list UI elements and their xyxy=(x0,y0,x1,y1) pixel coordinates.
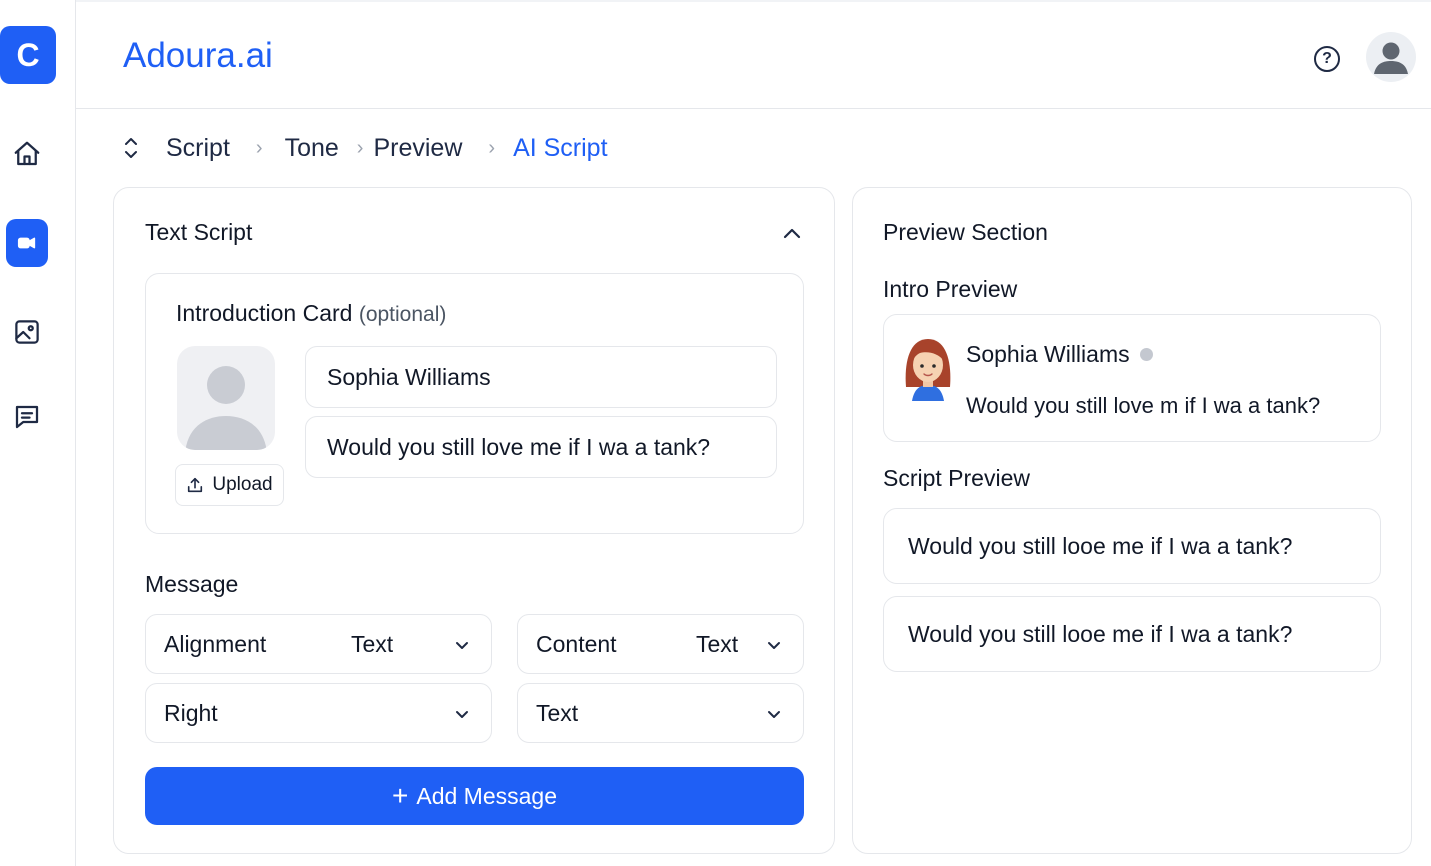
content-label: Content xyxy=(536,631,617,657)
expand-collapse-icon[interactable] xyxy=(120,133,142,163)
intro-preview-name: Sophia Williams xyxy=(966,341,1153,368)
breadcrumb-script[interactable]: Script xyxy=(166,134,230,163)
alignment-type-value: Text xyxy=(351,631,394,657)
chevron-down-icon xyxy=(768,642,780,649)
chat-icon xyxy=(15,405,39,429)
sidebar-item-chat[interactable] xyxy=(6,393,48,441)
user-avatar-icon[interactable] xyxy=(1366,32,1416,82)
chevron-down-icon xyxy=(768,711,780,718)
introduction-card-title: Introduction Card (optional) xyxy=(176,300,446,327)
upload-label: Upload xyxy=(212,474,273,495)
upload-icon xyxy=(188,477,203,493)
message-label: Message xyxy=(145,571,239,597)
home-icon xyxy=(14,141,40,166)
optional-label: (optional) xyxy=(358,303,447,326)
introduction-card: Introduction Card (optional) Upload Soph… xyxy=(145,273,804,534)
content-value-select[interactable]: Text xyxy=(517,683,804,743)
alignment-label: Alignment xyxy=(164,631,267,657)
sidebar-item-image[interactable] xyxy=(6,308,48,356)
breadcrumb-tone[interactable]: Tone xyxy=(285,134,339,163)
introduction-card-label: Introduction Card xyxy=(176,300,353,326)
breadcrumb: Script › Tone › Preview › AI Script xyxy=(120,130,608,166)
chevron-right-icon: › xyxy=(488,136,496,159)
help-circle-icon[interactable]: ? xyxy=(1314,46,1340,72)
preview-panel: Preview Section Intro Preview Sophia Wil… xyxy=(852,187,1412,854)
alignment-value: Right xyxy=(164,700,218,726)
plus-icon: + xyxy=(392,780,409,811)
image-icon xyxy=(15,320,39,344)
video-icon xyxy=(17,237,36,249)
script-preview-title: Script Preview xyxy=(883,465,1030,491)
chevron-down-icon xyxy=(456,711,468,718)
sidebar-item-video[interactable] xyxy=(6,219,48,267)
breadcrumb-ai-script[interactable]: AI Script xyxy=(513,134,607,163)
chevron-up-icon[interactable] xyxy=(780,222,804,246)
status-dot-icon xyxy=(1139,348,1153,361)
sidebar-item-home[interactable] xyxy=(6,130,48,178)
intro-preview-message: Would you still love m if I wa a tank? xyxy=(966,393,1321,418)
character-avatar xyxy=(905,339,951,401)
intro-preview-name-text: Sophia Williams xyxy=(966,341,1130,367)
chevron-down-icon xyxy=(456,642,468,649)
text-script-panel: Text Script Introduction Card (optional)… xyxy=(113,187,835,854)
content-value: Text xyxy=(536,700,579,726)
sidebar: C xyxy=(0,0,76,866)
chevron-right-icon: › xyxy=(356,136,364,159)
alignment-select[interactable]: Alignment Text xyxy=(145,614,492,674)
brand-title[interactable]: Adoura.ai xyxy=(123,36,273,76)
script-preview-item: Would you still looe me if I wa a tank? xyxy=(883,508,1381,584)
chevron-right-icon: › xyxy=(255,136,263,159)
add-message-label: Add Message xyxy=(416,782,557,809)
add-message-button[interactable]: + Add Message xyxy=(145,767,804,825)
name-field[interactable]: Sophia Williams xyxy=(305,346,777,408)
text-script-title: Text Script xyxy=(145,219,253,245)
app-logo[interactable]: C xyxy=(0,26,56,84)
content-type-value: Text xyxy=(696,631,739,657)
avatar-placeholder[interactable] xyxy=(177,346,275,450)
top-header: Adoura.ai ? xyxy=(76,0,1431,109)
intro-preview-title: Intro Preview xyxy=(883,276,1018,302)
breadcrumb-preview[interactable]: Preview xyxy=(373,134,462,163)
preview-section-title: Preview Section xyxy=(883,219,1048,245)
intro-message-field[interactable]: Would you still love me if I wa a tank? xyxy=(305,416,777,478)
upload-button[interactable]: Upload xyxy=(175,464,284,506)
content-select[interactable]: Content Text xyxy=(517,614,804,674)
alignment-value-select[interactable]: Right xyxy=(145,683,492,743)
script-preview-item: Would you still looe me if I wa a tank? xyxy=(883,596,1381,672)
intro-preview-card: Sophia Williams Would you still love m i… xyxy=(883,314,1381,442)
